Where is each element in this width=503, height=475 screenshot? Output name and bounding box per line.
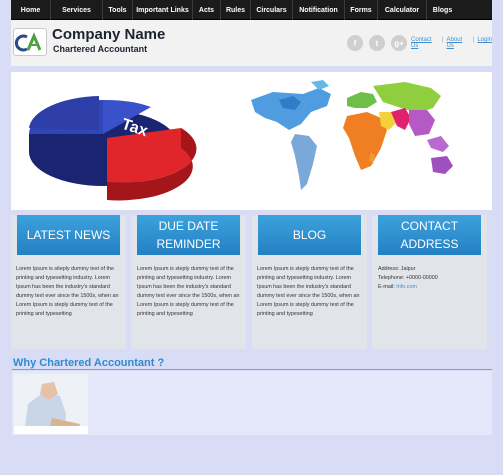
site-header: CA Company Name Chartered Accountant f t… <box>11 20 492 66</box>
nav-item-calculator[interactable]: Calculator <box>378 0 427 20</box>
due-date-title-line2: REMINDER <box>156 237 221 251</box>
nav-item-acts[interactable]: Acts <box>193 0 221 20</box>
nav-item-blogs[interactable]: Blogs <box>427 0 458 20</box>
email-link[interactable]: Info.com <box>396 284 417 290</box>
due-date-title-line1: DUE DATE <box>158 219 219 233</box>
hero-banner: Tax <box>11 72 492 210</box>
email-label: E-mail: <box>378 284 397 290</box>
due-date-heading[interactable]: DUE DATE REMINDER <box>137 215 240 255</box>
google-plus-icon[interactable]: g+ <box>391 35 407 51</box>
facebook-icon[interactable]: f <box>347 35 363 51</box>
blog-title: BLOG <box>292 228 327 242</box>
contact-heading[interactable]: CONTACT ADDRESS <box>378 215 481 255</box>
latest-news-heading[interactable]: LATEST NEWS <box>17 215 120 255</box>
blog-text: Lorem Ipsum is steply dummy text of the … <box>257 266 360 317</box>
nav-item-home[interactable]: Home <box>11 0 51 20</box>
svg-text:CA: CA <box>14 29 16 30</box>
contact-address: Address: Jaipur <box>378 266 416 272</box>
why-ca-heading: Why Chartered Accountant ? <box>13 357 165 369</box>
accountant-photo <box>14 374 88 434</box>
contact-telephone: Telephone: +0000-00000 <box>378 275 438 281</box>
twitter-icon[interactable]: t <box>369 35 385 51</box>
blog-heading[interactable]: BLOG <box>258 215 361 255</box>
login-link[interactable]: Login <box>477 37 492 49</box>
nav-item-services[interactable]: Services <box>51 0 103 20</box>
ca-logo-icon: CA <box>14 29 42 52</box>
logo[interactable]: CA <box>13 28 47 56</box>
nav-item-circulars[interactable]: Circulars <box>251 0 293 20</box>
nav-item-rules[interactable]: Rules <box>221 0 251 20</box>
nav-item-important-links[interactable]: Important Links <box>133 0 193 20</box>
nav-item-forms[interactable]: Forms <box>345 0 378 20</box>
contact-title-line1: CONTACT <box>400 219 459 233</box>
nav-item-notification[interactable]: Notification <box>293 0 345 20</box>
section-divider <box>12 369 492 370</box>
contact-details: Address: Jaipur Telephone: +0000-00000 E… <box>378 265 484 292</box>
due-date-text: Lorem Ipsum is steply dummy text of the … <box>137 266 240 317</box>
link-separator: | <box>472 37 475 43</box>
banner-graphic: Tax <box>29 80 453 201</box>
latest-news-text: Lorem Ipsum is siteply dummy text of the… <box>16 266 119 317</box>
person-writing-icon <box>14 374 88 434</box>
header-links: Contact Us | About Us | Login <box>411 37 492 49</box>
about-us-link[interactable]: About Us <box>447 37 470 49</box>
contact-title-line2: ADDRESS <box>400 237 459 251</box>
company-subtitle: Chartered Accountant <box>53 44 148 54</box>
tax-pie-icon: Tax <box>29 96 197 201</box>
world-map-icon <box>251 80 453 190</box>
link-separator: | <box>441 37 444 43</box>
top-navigation: Home Services Tools Important Links Acts… <box>11 0 492 20</box>
contact-email: E-mail: Info.com <box>378 283 484 292</box>
company-name: Company Name <box>52 26 166 43</box>
nav-item-tools[interactable]: Tools <box>103 0 133 20</box>
contact-us-link[interactable]: Contact Us <box>411 37 439 49</box>
latest-news-title: LATEST NEWS <box>26 228 111 242</box>
